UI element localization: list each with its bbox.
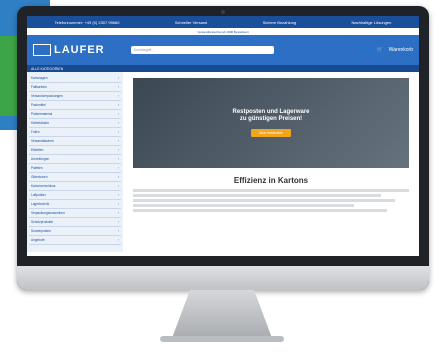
sidebar-item-label: Gitterboxen: [31, 175, 48, 179]
sidebar-item[interactable]: Versandtaschen ›: [29, 137, 121, 146]
sidebar-item[interactable]: Klebebänder ›: [29, 119, 121, 128]
sidebar-item[interactable]: Umreifungen ›: [29, 155, 121, 164]
sidebar-item-label: Folien: [31, 130, 40, 134]
chevron-right-icon: ›: [117, 94, 119, 98]
sidebar-item[interactable]: Faltkartons ›: [29, 83, 121, 92]
header: LAUFER Suchbegriff... 👤 🛒 Warenkorb: [27, 35, 419, 65]
topbar-item: Telefonnummer: +49 (0) 2307 99660: [54, 19, 120, 25]
topbar-item: Nachhaltige Lösungen: [351, 19, 392, 25]
monitor-chin: [17, 266, 429, 290]
chevron-right-icon: ›: [117, 220, 119, 224]
chevron-right-icon: ›: [117, 166, 119, 170]
cart-icon[interactable]: 🛒: [376, 47, 382, 53]
sidebar-item-label: Klebebänder: [31, 121, 50, 125]
hero-button[interactable]: Jetzt entdecken: [250, 129, 292, 137]
sidebar-item[interactable]: Schutzprodukte ›: [29, 218, 121, 227]
main-content: Restposten und Lagerware zu günstigen Pr…: [123, 72, 419, 252]
chevron-right-icon: ›: [117, 229, 119, 233]
sidebar-item[interactable]: Luftpolster ›: [29, 191, 121, 200]
hero-title-line1: Restposten und Lagerware: [232, 109, 310, 115]
sidebar: Kartonagen › Faltkartons › Versandverpackung…: [27, 72, 123, 252]
chevron-right-icon: ›: [117, 130, 119, 134]
sidebar-item[interactable]: Kartonverschluss ›: [29, 182, 121, 191]
hero-banner: Restposten und Lagerware zu günstigen Pr…: [133, 78, 409, 168]
topbar-item: Schneller Versand: [174, 19, 208, 25]
page-body: Kartonagen › Faltkartons › Versandverpackung…: [27, 72, 419, 252]
sidebar-item-label: Kartonagen: [31, 76, 48, 80]
sidebar-item[interactable]: Versandverpackungen ›: [29, 92, 121, 101]
sidebar-item-label: Verpackungsmaschinen: [31, 211, 65, 215]
screen: Telefonnummer: +49 (0) 2307 99660 Schnel…: [27, 16, 419, 256]
text-line: [133, 204, 354, 207]
sidebar-item[interactable]: Angebote ›: [29, 236, 121, 245]
user-icon[interactable]: 👤: [364, 47, 370, 53]
monitor-foot: [160, 336, 284, 342]
sidebar-item[interactable]: Etiketten ›: [29, 146, 121, 155]
chevron-right-icon: ›: [117, 184, 119, 188]
chevron-right-icon: ›: [117, 238, 119, 242]
sidebar-item[interactable]: Packmittel ›: [29, 101, 121, 110]
sidebar-item-label: Paletten: [31, 166, 43, 170]
chevron-right-icon: ›: [117, 139, 119, 143]
text-line: [133, 194, 382, 197]
sidebar-item-label: Polstermaterial: [31, 112, 53, 116]
sidebar-item-label: Faltkartons: [31, 85, 47, 89]
subbar: Versandkostenfrei ab 199€ Bestellwert: [27, 28, 419, 35]
sidebar-item[interactable]: Gitterboxen ›: [29, 173, 121, 182]
nav-bar: ALLE KATEGORIEN: [27, 65, 419, 72]
sidebar-item-label: Luftpolster: [31, 193, 46, 197]
sidebar-item-label: Kartonverschluss: [31, 184, 56, 188]
camera-icon: [221, 10, 225, 14]
topbar-item: Sichere Bezahlung: [262, 19, 297, 25]
hero-title-line2: zu günstigen Preisen!: [239, 116, 303, 122]
chevron-right-icon: ›: [117, 175, 119, 179]
section-heading: Effizienz in Kartons: [233, 176, 309, 185]
box-icon: [33, 44, 51, 56]
monitor: Telefonnummer: +49 (0) 2307 99660 Schnel…: [17, 6, 429, 290]
logo-text: LAUFER: [54, 44, 105, 56]
monitor-stand: [172, 290, 272, 338]
chevron-right-icon: ›: [117, 193, 119, 197]
sidebar-item-label: Packmittel: [31, 103, 46, 107]
search-input[interactable]: Suchbegriff...: [130, 46, 274, 54]
sidebar-item[interactable]: Polstermaterial ›: [29, 110, 121, 119]
chevron-right-icon: ›: [117, 103, 119, 107]
sidebar-item-label: Versandtaschen: [31, 139, 54, 143]
chevron-right-icon: ›: [117, 121, 119, 125]
text-line: [133, 199, 396, 202]
text-line: [133, 189, 409, 192]
chevron-right-icon: ›: [117, 148, 119, 152]
sidebar-item-label: Versandverpackungen: [31, 94, 63, 98]
topbar: Telefonnummer: +49 (0) 2307 99660 Schnel…: [27, 16, 419, 28]
logo[interactable]: LAUFER: [33, 44, 105, 56]
sidebar-item[interactable]: Verpackungsmaschinen ›: [29, 209, 121, 218]
chevron-right-icon: ›: [117, 76, 119, 80]
cart-label[interactable]: Warenkorb: [389, 47, 413, 53]
sidebar-item[interactable]: Paletten ›: [29, 164, 121, 173]
nav-categories[interactable]: ALLE KATEGORIEN: [31, 67, 63, 71]
chevron-right-icon: ›: [117, 157, 119, 161]
chevron-right-icon: ›: [117, 211, 119, 215]
sidebar-item-label: Sonderposten: [31, 229, 51, 233]
sidebar-item[interactable]: Folien ›: [29, 128, 121, 137]
chevron-right-icon: ›: [117, 85, 119, 89]
sidebar-item[interactable]: Kartonagen ›: [29, 74, 121, 83]
sidebar-item-label: Angebote: [31, 238, 45, 242]
header-icons: 👤 🛒 Warenkorb: [364, 47, 413, 53]
text-line: [133, 209, 387, 212]
chevron-right-icon: ›: [117, 112, 119, 116]
sidebar-item[interactable]: Lagertechnik ›: [29, 200, 121, 209]
sidebar-item-label: Umreifungen: [31, 157, 50, 161]
sidebar-item-label: Schutzprodukte: [31, 220, 54, 224]
sidebar-item-label: Lagertechnik: [31, 202, 50, 206]
sidebar-item[interactable]: Sonderposten ›: [29, 227, 121, 236]
chevron-right-icon: ›: [117, 202, 119, 206]
sidebar-item-label: Etiketten: [31, 148, 44, 152]
